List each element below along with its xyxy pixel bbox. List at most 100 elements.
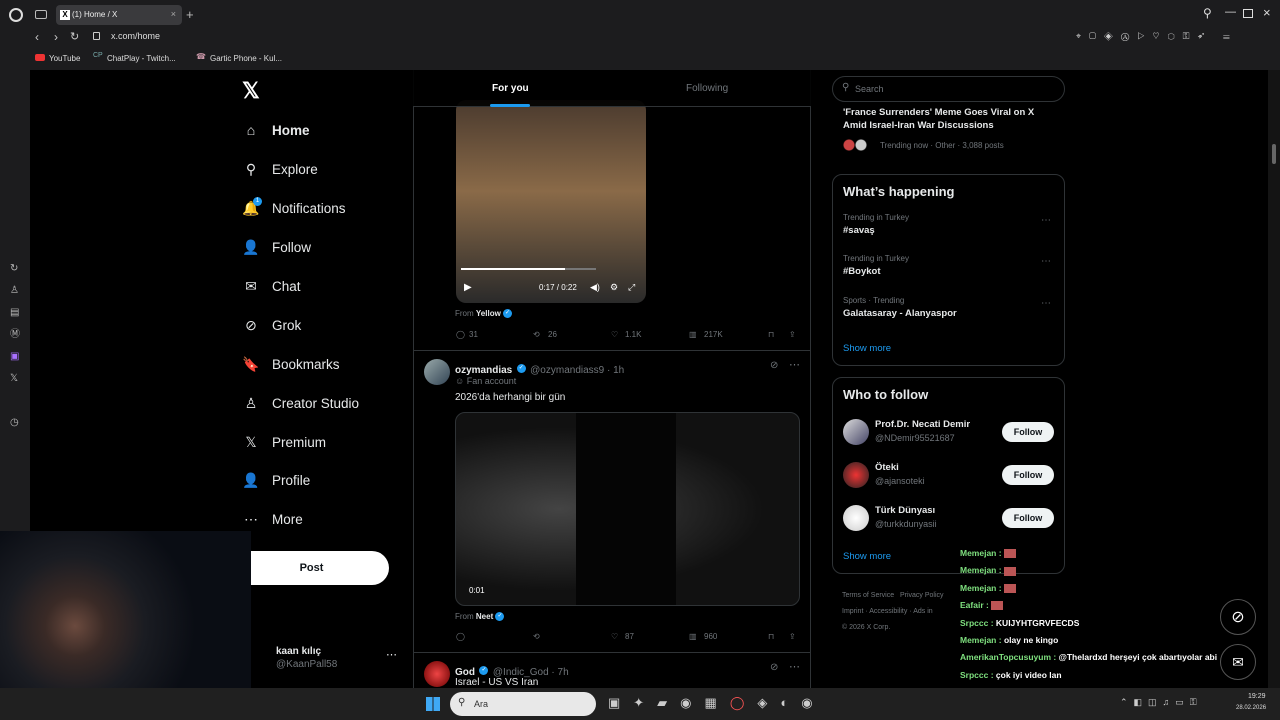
views-icon[interactable]: ▥ — [689, 330, 697, 339]
reload-icon[interactable]: ↻ — [70, 30, 79, 43]
clock-date[interactable]: 28.02.2026 — [1236, 705, 1266, 711]
minimize-button[interactable]: — — [1225, 6, 1236, 18]
post-more-icon[interactable]: ⋯ — [789, 358, 800, 371]
views-icon[interactable]: ▥ — [689, 632, 697, 641]
follow-suggestion[interactable]: Prof.Dr. Necati Demir @NDemir95521687 Foll… — [843, 418, 1055, 448]
avatar[interactable] — [424, 359, 450, 385]
nav-item-grok[interactable]: ⊘ Grok — [242, 313, 301, 337]
follow-suggestion[interactable]: Türk Dünyası @turkkdunyasii Follow — [843, 504, 1055, 534]
scrollbar-thumb[interactable] — [1272, 144, 1276, 164]
like-icon[interactable]: ♡ — [611, 632, 618, 641]
tab-for-you[interactable]: For you — [492, 83, 529, 94]
nav-item-more[interactable]: ⋯ More — [242, 507, 303, 531]
share-icon[interactable]: ⇪ — [789, 632, 796, 641]
post1-attribution: From Yellow ✓ — [455, 309, 513, 319]
show-more-trends[interactable]: Show more — [843, 343, 891, 354]
bookmark-icon[interactable]: ⊓ — [768, 632, 774, 641]
search-input[interactable]: Search — [855, 84, 884, 94]
video-player-post1[interactable]: ▶ 0:17 / 0:22 ◀) ⚙ ⤢ — [456, 100, 646, 303]
nav-item-chat[interactable]: ✉ Chat — [242, 274, 301, 298]
x-logo-icon[interactable]: 𝕏 — [242, 78, 260, 104]
url-field[interactable]: x.com/home — [111, 31, 160, 41]
tab-x-home[interactable]: X (1) Home / X × — [56, 5, 182, 25]
nav-label: Profile — [272, 472, 311, 488]
clock-time[interactable]: 19:29 — [1248, 693, 1266, 700]
search-tabs-icon[interactable]: ⚲ — [1203, 6, 1212, 20]
like-icon[interactable]: ♡ — [611, 330, 618, 339]
author-handle[interactable]: @ozymandiass9 · 1h — [530, 365, 624, 376]
avatar[interactable] — [843, 505, 869, 531]
messages-float-button[interactable]: ✉ — [1220, 644, 1256, 680]
nav-item-follow[interactable]: 👤 Follow — [242, 235, 311, 259]
share-icon[interactable]: ⇪ — [789, 330, 796, 339]
post-button[interactable]: Post — [234, 551, 389, 585]
tab-following[interactable]: Following — [686, 83, 728, 94]
back-icon[interactable]: ‹ — [35, 30, 39, 44]
browser-tab-bar: X (1) Home / X × + ⚲ — × — [0, 0, 1280, 30]
repost-icon[interactable]: ⟲ — [533, 632, 540, 641]
ads-link[interactable]: Ads in — [913, 608, 932, 615]
forward-icon[interactable]: › — [54, 30, 58, 44]
tab-close-icon[interactable]: × — [171, 9, 176, 19]
nav-item-premium[interactable]: 𝕏 Premium — [242, 430, 326, 454]
taskbar-search-input[interactable]: Ara — [474, 699, 488, 709]
video-player-post2[interactable]: 0:01 — [455, 412, 800, 606]
nav-item-bookmarks[interactable]: 🔖 Bookmarks — [242, 352, 339, 376]
bookmark-gartic[interactable]: Gartic Phone - Kul... — [210, 52, 282, 66]
tab-switcher-icon[interactable] — [35, 10, 47, 19]
imprint-link[interactable]: Imprint — [842, 608, 863, 615]
post-more-icon[interactable]: ⋯ — [789, 660, 800, 673]
nav-label: Chat — [272, 278, 301, 294]
terms-link[interactable]: Terms of Service — [842, 592, 894, 599]
nav-item-profile[interactable]: 👤 Profile — [242, 468, 310, 492]
account-switcher[interactable]: kaan kılıç @KaanPall58 ⋯ — [250, 644, 405, 674]
bookmark-youtube[interactable]: YouTube — [49, 52, 80, 66]
opera-menu-icon[interactable] — [9, 8, 23, 22]
follow-button[interactable]: Follow — [1002, 508, 1054, 528]
bookmark-icon[interactable]: ⊓ — [768, 330, 774, 339]
settings-icon[interactable]: ⚙ — [610, 282, 618, 293]
account-more-icon[interactable]: ⋯ — [386, 648, 397, 661]
trend-item[interactable]: Trending in Turkey #savaş ⋯ — [843, 213, 1053, 245]
trend-more-icon[interactable]: ⋯ — [1041, 215, 1051, 226]
follow-button[interactable]: Follow — [1002, 422, 1054, 442]
maximize-button[interactable] — [1243, 9, 1253, 18]
bookmark-chatplay[interactable]: ChatPlay - Twitch... — [107, 52, 176, 66]
from-name[interactable]: Neet — [476, 612, 493, 621]
close-window-button[interactable]: × — [1263, 5, 1271, 20]
grok-float-button[interactable]: ⊘ — [1220, 599, 1256, 635]
from-name[interactable]: Yellow — [476, 309, 501, 318]
grok-post-icon[interactable]: ⊘ — [770, 360, 778, 371]
nav-item-home[interactable]: ⌂ Home — [242, 118, 310, 142]
trend-item[interactable]: Sports · Trending Galatasaray - Alanyaspo… — [843, 296, 1053, 328]
author-name[interactable]: ozymandias — [455, 365, 512, 376]
play-icon[interactable]: ▶ — [464, 282, 472, 293]
start-icon[interactable] — [426, 697, 440, 711]
taskbar-search[interactable]: ⚲ Ara — [450, 692, 596, 716]
trend-more-icon[interactable]: ⋯ — [1041, 256, 1051, 267]
fullscreen-icon[interactable]: ⤢ — [628, 282, 635, 293]
volume-icon[interactable]: ◀) — [590, 282, 600, 293]
repost-icon[interactable]: ⟲ — [533, 330, 540, 339]
reply-icon[interactable]: ◯ — [456, 330, 465, 339]
top-trend[interactable]: 'France Surrenders' Meme Goes Viral on X… — [843, 106, 1058, 151]
search-box[interactable]: ⚲ Search — [832, 76, 1065, 102]
grok-post-icon[interactable]: ⊘ — [770, 662, 778, 673]
avatar[interactable] — [843, 462, 869, 488]
nav-item-explore[interactable]: ⚲ Explore — [242, 157, 318, 181]
reply-icon[interactable]: ◯ — [456, 632, 465, 641]
new-tab-button[interactable]: + — [186, 7, 194, 22]
trend-item[interactable]: Trending in Turkey #Boykot ⋯ — [843, 254, 1053, 286]
privacy-link[interactable]: Privacy Policy — [900, 592, 944, 599]
avatar[interactable] — [424, 661, 450, 687]
follow-suggestion[interactable]: Öteki @ajansoteki Follow — [843, 461, 1055, 491]
avatar[interactable] — [843, 419, 869, 445]
accessibility-link[interactable]: Accessibility — [869, 608, 907, 615]
more-circle-icon: ⋯ — [244, 510, 258, 527]
follow-button[interactable]: Follow — [1002, 465, 1054, 485]
suggestion-handle: @turkkdunyasii — [875, 519, 937, 529]
show-more-follow[interactable]: Show more — [843, 551, 891, 562]
nav-item-creator-studio[interactable]: ♙ Creator Studio — [242, 391, 359, 415]
trend-more-icon[interactable]: ⋯ — [1041, 298, 1051, 309]
tab-title: (1) Home / X — [72, 10, 118, 19]
